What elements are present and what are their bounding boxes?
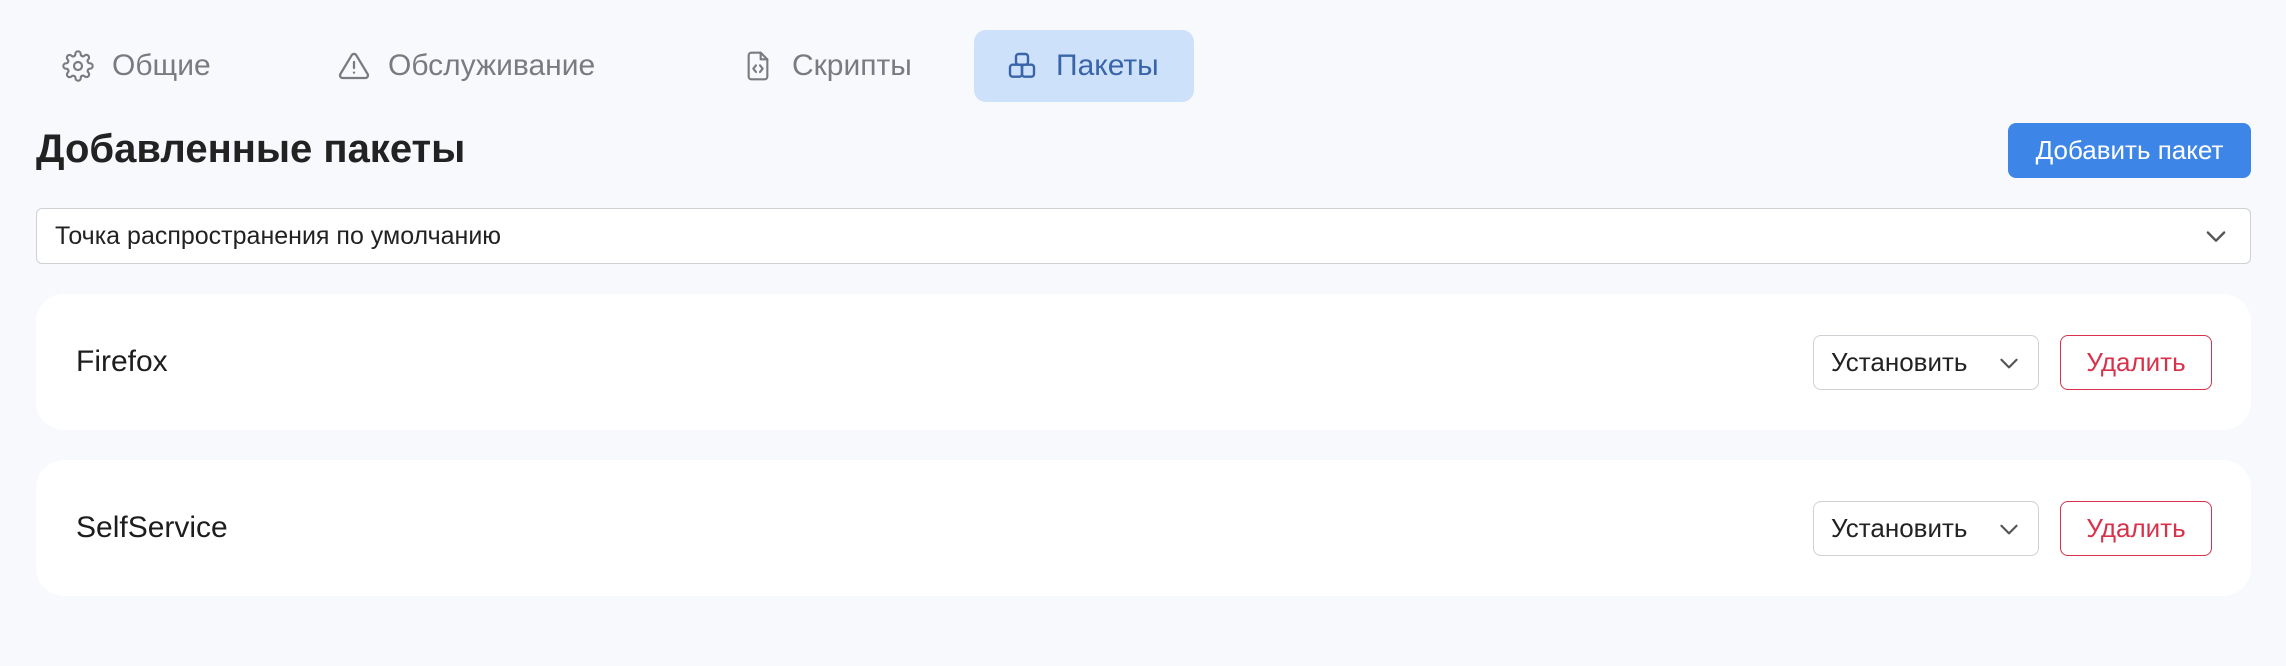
- tab-general-label: Общие: [112, 49, 211, 82]
- delete-package-button[interactable]: Удалить: [2060, 501, 2212, 556]
- package-icon: [1006, 50, 1038, 82]
- warning-icon: [338, 50, 370, 82]
- tab-bar: Общие Обслуживание Скрипты Пакеты: [36, 30, 1194, 102]
- tab-packages-label: Пакеты: [1056, 49, 1159, 82]
- tab-scripts[interactable]: Скрипты: [710, 30, 928, 102]
- chevron-down-icon: [2206, 231, 2226, 242]
- distribution-point-value: Точка распространения по умолчанию: [55, 221, 502, 250]
- add-package-button[interactable]: Добавить пакет: [2008, 123, 2251, 178]
- package-action-value: Установить: [1831, 347, 1968, 377]
- package-action-select[interactable]: Установить: [1813, 501, 2039, 556]
- package-name: SelfService: [76, 511, 228, 544]
- package-card: Firefox Установить Удалить: [36, 294, 2251, 430]
- tab-general[interactable]: Общие: [36, 30, 254, 102]
- tab-maintenance[interactable]: Обслуживание: [306, 30, 658, 102]
- tab-maintenance-label: Обслуживание: [388, 49, 596, 82]
- tab-scripts-label: Скрипты: [792, 49, 912, 82]
- package-action-select[interactable]: Установить: [1813, 335, 2039, 390]
- package-card: SelfService Установить Удалить: [36, 460, 2251, 596]
- delete-package-button[interactable]: Удалить: [2060, 335, 2212, 390]
- chevron-down-icon: [2000, 524, 2018, 534]
- tab-packages[interactable]: Пакеты: [974, 30, 1194, 102]
- page-title: Добавленные пакеты: [36, 127, 466, 171]
- chevron-down-icon: [2000, 358, 2018, 368]
- distribution-point-select[interactable]: Точка распространения по умолчанию: [36, 208, 2251, 264]
- package-action-value: Установить: [1831, 513, 1968, 543]
- gear-icon: [62, 50, 94, 82]
- package-name: Firefox: [76, 345, 168, 378]
- code-file-icon: [742, 50, 774, 82]
